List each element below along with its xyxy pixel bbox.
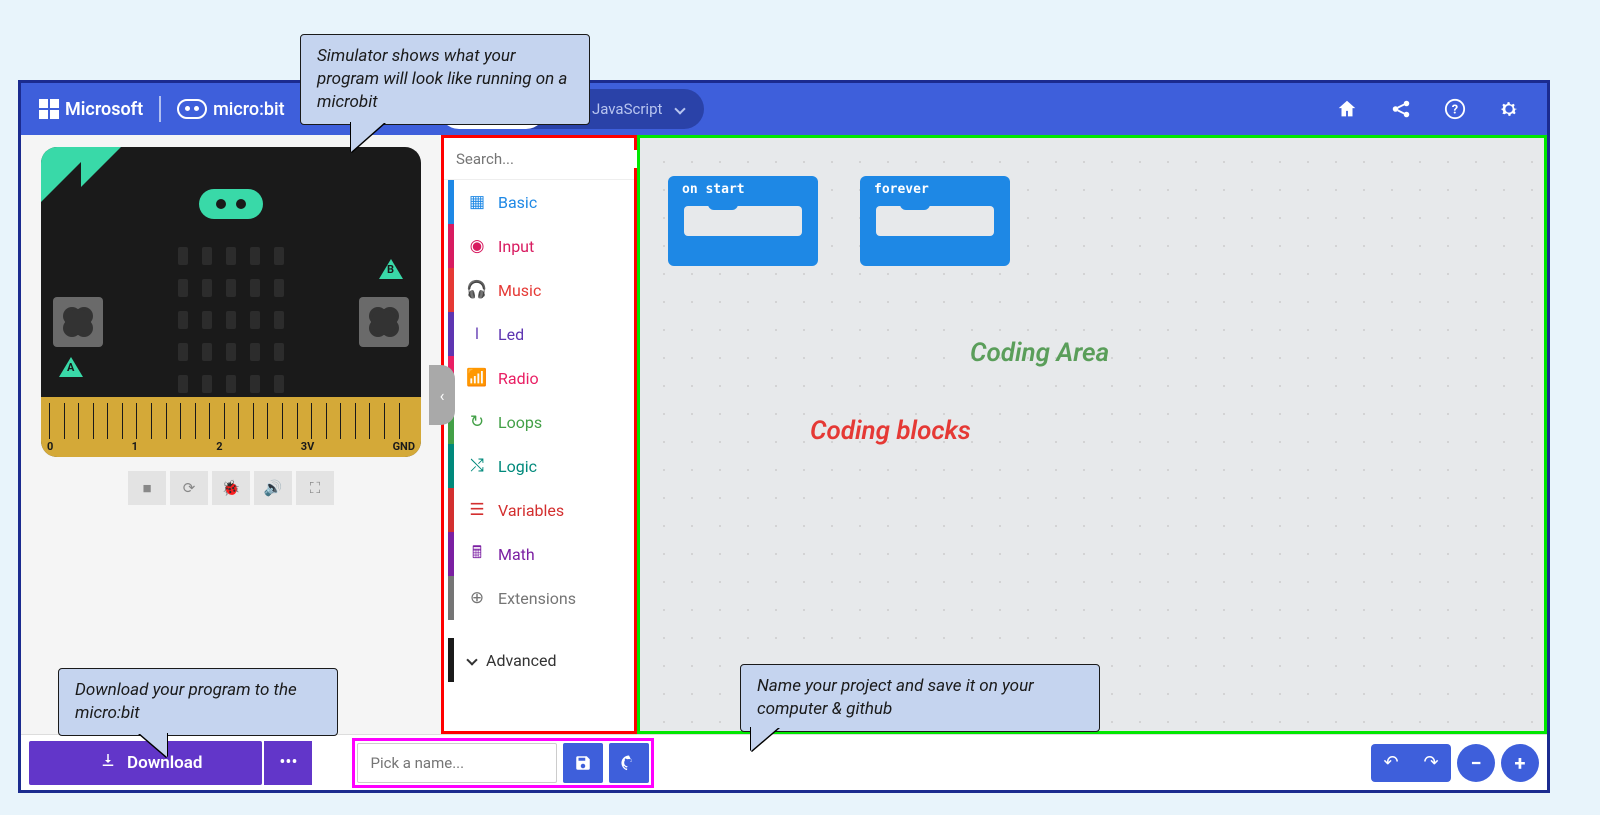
list-icon: ☰ bbox=[466, 500, 488, 520]
simulator-controls: ■ ⟳ 🐞 🔊 ⛶ bbox=[128, 471, 334, 505]
download-more-button[interactable]: ••• bbox=[264, 741, 312, 785]
main-area: 0 1 2 3V GND ■ ⟳ 🐞 🔊 ⛶ ‹ bbox=[21, 135, 1547, 734]
category-label: Led bbox=[498, 325, 524, 344]
collapse-simulator-button[interactable]: ‹ bbox=[429, 365, 455, 425]
signal-icon: 📶 bbox=[466, 368, 488, 388]
annotation-coding-area: Coding Area bbox=[970, 338, 1109, 368]
category-label: Music bbox=[498, 281, 541, 300]
search-row: 🔍 bbox=[444, 138, 634, 180]
toggle-icon: ⏽ bbox=[466, 324, 488, 344]
header-divider bbox=[159, 96, 161, 122]
refresh-icon: ↻ bbox=[466, 412, 488, 432]
restart-button[interactable]: ⟳ bbox=[170, 471, 208, 505]
debug-button[interactable]: 🐞 bbox=[212, 471, 250, 505]
block-label: on start bbox=[682, 182, 745, 197]
simulator-panel: 0 1 2 3V GND ■ ⟳ 🐞 🔊 ⛶ ‹ bbox=[21, 135, 441, 734]
stop-button[interactable]: ■ bbox=[128, 471, 166, 505]
undo-button[interactable]: ↶ bbox=[1371, 744, 1411, 782]
microbit-face-icon bbox=[199, 189, 263, 219]
category-label: Loops bbox=[498, 413, 542, 432]
help-button[interactable]: ? bbox=[1435, 89, 1475, 129]
shuffle-icon: ⤭ bbox=[466, 456, 488, 476]
pin-label: 0 bbox=[47, 440, 53, 453]
category-label: Input bbox=[498, 237, 534, 256]
zoom-out-button[interactable]: − bbox=[1457, 744, 1495, 782]
microbit-icon bbox=[177, 99, 207, 119]
category-math[interactable]: 🖩 Math bbox=[444, 532, 634, 576]
share-button[interactable] bbox=[1381, 89, 1421, 129]
search-input[interactable] bbox=[456, 150, 655, 168]
pin-label: 3V bbox=[301, 440, 315, 453]
microbit-label: micro:bit bbox=[213, 99, 284, 120]
javascript-label: JavaScript bbox=[592, 100, 662, 118]
block-on-start[interactable]: on start bbox=[668, 176, 818, 266]
plus-circle-icon: ⊕ bbox=[466, 588, 488, 608]
project-name-input[interactable] bbox=[357, 743, 557, 783]
footer-bar: Download ••• ↶ ↷ − + bbox=[21, 734, 1547, 790]
category-label: Radio bbox=[498, 369, 539, 388]
callout-simulator: Simulator shows what your program will l… bbox=[300, 34, 590, 125]
zoom-group: − + bbox=[1457, 744, 1539, 782]
callout-name-save: Name your project and save it on your co… bbox=[740, 664, 1100, 732]
microsoft-label: Microsoft bbox=[65, 99, 143, 120]
led-matrix bbox=[178, 247, 284, 393]
category-label: Variables bbox=[498, 501, 564, 520]
category-loops[interactable]: ↻ Loops bbox=[444, 400, 634, 444]
circle-dot-icon: ◉ bbox=[466, 236, 488, 256]
category-basic[interactable]: ▦ Basic bbox=[444, 180, 634, 224]
undo-redo-group: ↶ ↷ bbox=[1371, 744, 1451, 782]
annotation-coding-blocks: Coding blocks bbox=[810, 416, 971, 446]
category-label: Basic bbox=[498, 193, 537, 212]
chevron-down-icon bbox=[675, 103, 686, 114]
headphones-icon: 🎧 bbox=[466, 280, 488, 300]
pin-label: 1 bbox=[132, 440, 138, 453]
category-advanced[interactable]: Advanced bbox=[444, 638, 634, 682]
category-led[interactable]: ⏽ Led bbox=[444, 312, 634, 356]
category-extensions[interactable]: ⊕ Extensions bbox=[444, 576, 634, 620]
sound-button[interactable]: 🔊 bbox=[254, 471, 292, 505]
fullscreen-button[interactable]: ⛶ bbox=[296, 471, 334, 505]
label-a-icon bbox=[59, 357, 83, 377]
category-radio[interactable]: 📶 Radio bbox=[444, 356, 634, 400]
block-forever[interactable]: forever bbox=[860, 176, 1010, 266]
label-b-icon bbox=[379, 259, 403, 279]
callout-download: Download your program to the micro:bit bbox=[58, 668, 338, 736]
footer-right-controls: ↶ ↷ − + bbox=[1371, 744, 1539, 782]
category-label: Math bbox=[498, 545, 535, 564]
download-icon bbox=[99, 751, 117, 774]
home-button[interactable] bbox=[1327, 89, 1367, 129]
pin-label: GND bbox=[393, 440, 415, 453]
microbit-simulator[interactable]: 0 1 2 3V GND bbox=[41, 147, 421, 457]
zoom-in-button[interactable]: + bbox=[1501, 744, 1539, 782]
microsoft-logo[interactable]: Microsoft bbox=[39, 99, 143, 120]
svg-text:?: ? bbox=[1452, 103, 1458, 118]
category-input[interactable]: ◉ Input bbox=[444, 224, 634, 268]
microbit-logo[interactable]: micro:bit bbox=[177, 99, 284, 120]
project-name-group bbox=[352, 738, 654, 788]
category-label: Extensions bbox=[498, 589, 576, 608]
edge-connector: 0 1 2 3V GND bbox=[41, 397, 421, 457]
block-label: forever bbox=[874, 182, 929, 197]
toolbox-panel: 🔍 ▦ Basic ◉ Input 🎧 Music ⏽ Led 📶 Radio ↻ Loop… bbox=[441, 135, 637, 734]
save-button[interactable] bbox=[563, 743, 603, 783]
microsoft-icon bbox=[39, 99, 59, 119]
button-b[interactable] bbox=[359, 297, 409, 347]
github-button[interactable] bbox=[609, 743, 649, 783]
category-variables[interactable]: ☰ Variables bbox=[444, 488, 634, 532]
category-label: Logic bbox=[498, 457, 537, 476]
button-a[interactable] bbox=[53, 297, 103, 347]
grid-icon: ▦ bbox=[466, 192, 488, 212]
calculator-icon: 🖩 bbox=[466, 540, 488, 569]
header-bar: Microsoft micro:bit Blocks JS JavaScript… bbox=[21, 83, 1547, 135]
category-logic[interactable]: ⤭ Logic bbox=[444, 444, 634, 488]
settings-button[interactable] bbox=[1489, 89, 1529, 129]
category-music[interactable]: 🎧 Music bbox=[444, 268, 634, 312]
redo-button[interactable]: ↷ bbox=[1411, 744, 1451, 782]
chevron-down-icon bbox=[466, 654, 477, 665]
category-label: Advanced bbox=[486, 651, 557, 670]
workspace-canvas[interactable]: on start forever Coding Area Coding bloc… bbox=[637, 135, 1547, 734]
pin-label: 2 bbox=[216, 440, 222, 453]
